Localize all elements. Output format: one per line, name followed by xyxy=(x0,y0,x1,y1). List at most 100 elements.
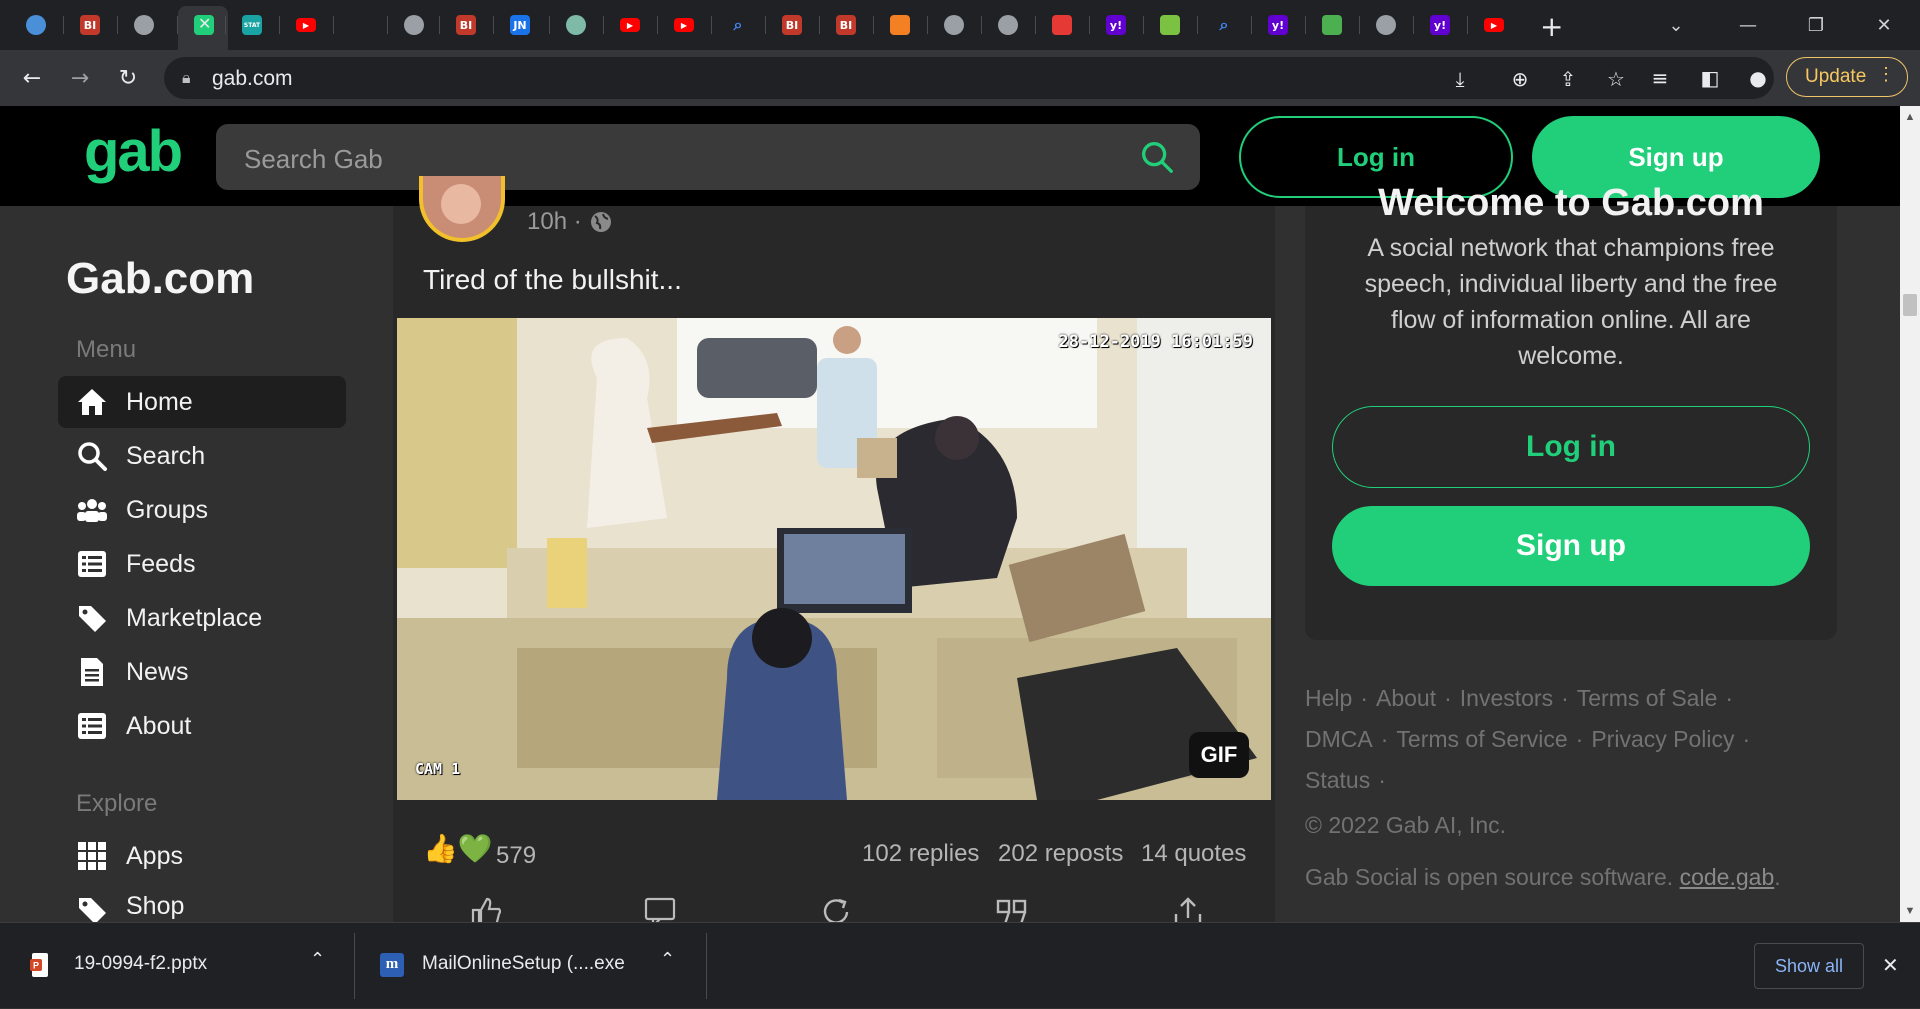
sidebar-item-label: Home xyxy=(126,388,193,416)
browser-tab[interactable]: y! xyxy=(1418,8,1462,42)
footer-link-terms-of-service[interactable]: Terms of Service xyxy=(1396,726,1567,752)
code-gab-link[interactable]: code.gab xyxy=(1680,864,1775,890)
browser-tab[interactable]: ▶ xyxy=(1472,8,1516,42)
site-title[interactable]: Gab.com xyxy=(66,254,254,304)
card-signup-button[interactable]: Sign up xyxy=(1332,506,1810,586)
browser-tab[interactable]: BI xyxy=(770,8,814,42)
browser-tab[interactable]: ⌕ xyxy=(716,8,760,42)
sidebar-item-about[interactable]: About xyxy=(58,700,346,752)
share-icon[interactable]: ⇪ xyxy=(1554,65,1582,93)
media-control-icon[interactable]: ≡ xyxy=(1644,62,1676,94)
bookmark-star-icon[interactable]: ☆ xyxy=(1602,65,1630,93)
browser-tab[interactable]: BI xyxy=(444,8,488,42)
install-icon[interactable]: ⤓ xyxy=(1446,65,1474,93)
footer-link-terms-of-sale[interactable]: Terms of Sale xyxy=(1577,685,1718,711)
browser-tab[interactable]: ▶ xyxy=(608,8,652,42)
browser-tab[interactable] xyxy=(878,8,922,42)
sidebar-item-marketplace[interactable]: Marketplace xyxy=(58,592,346,644)
footer-link-privacy-policy[interactable]: Privacy Policy xyxy=(1591,726,1734,752)
bi-icon: BI xyxy=(782,15,802,35)
bi-icon: BI xyxy=(456,15,476,35)
footer-link-investors[interactable]: Investors xyxy=(1460,685,1553,711)
address-bar[interactable]: 🔒︎ gab.com ⤓ ⊕ ⇪ ☆ xyxy=(164,57,1774,99)
browser-tab[interactable] xyxy=(1040,8,1084,42)
forward-icon[interactable]: → xyxy=(64,62,96,94)
sidebar-item-label: Groups xyxy=(126,496,208,524)
close-downloads-icon[interactable]: ✕ xyxy=(1882,953,1899,977)
sidebar-item-news[interactable]: News xyxy=(58,646,346,698)
minimize-icon[interactable]: — xyxy=(1728,8,1768,42)
reposts-count[interactable]: 202 reposts xyxy=(998,840,1123,868)
search-icon[interactable] xyxy=(1138,138,1176,176)
footer-link-dmca[interactable]: DMCA xyxy=(1305,726,1373,752)
search-icon: ⌕ xyxy=(1219,15,1229,34)
scroll-up-icon[interactable]: ▲ xyxy=(1900,108,1920,126)
sidebar-item-shop[interactable]: Shop xyxy=(58,884,346,922)
footer-link-help[interactable]: Help xyxy=(1305,685,1352,711)
download-item[interactable]: P 19-0994-f2.pptx ⌃ xyxy=(0,923,352,1009)
reload-icon[interactable]: ↻ xyxy=(112,62,144,94)
footer-link-status[interactable]: Status xyxy=(1305,767,1370,793)
page-scrollbar[interactable]: ▲ ▼ xyxy=(1900,106,1920,922)
browser-tab[interactable]: ▶ xyxy=(284,8,328,42)
post-timestamp[interactable]: 10h · xyxy=(527,208,582,236)
browser-tab[interactable]: ▶ xyxy=(662,8,706,42)
search-placeholder: Search Gab xyxy=(244,144,383,174)
restore-icon[interactable]: ❐ xyxy=(1796,8,1836,42)
reaction-emojis[interactable]: 👍💚 xyxy=(423,832,493,865)
lock-icon: 🔒︎ xyxy=(182,68,191,87)
browser-tab[interactable]: y! xyxy=(1094,8,1138,42)
browser-tab[interactable] xyxy=(392,8,436,42)
scroll-down-icon[interactable]: ▼ xyxy=(1900,902,1920,920)
sidebar-item-apps[interactable]: Apps xyxy=(58,830,346,882)
update-button[interactable]: Update ⋮ xyxy=(1786,57,1908,97)
chevron-up-icon[interactable]: ⌃ xyxy=(310,949,325,970)
browser-tab[interactable]: ⌕ xyxy=(1202,8,1246,42)
new-tab-icon[interactable]: + xyxy=(1540,10,1563,43)
browser-tab[interactable]: JN xyxy=(498,8,542,42)
sidebar-item-label: News xyxy=(126,658,189,686)
browser-tab[interactable] xyxy=(338,8,382,42)
download-item[interactable]: m MailOnlineSetup (....exe ⌃ xyxy=(356,923,706,1009)
tab-search-icon[interactable]: ⌄ xyxy=(1656,8,1696,42)
browser-tab[interactable] xyxy=(14,8,58,42)
address-url[interactable]: gab.com xyxy=(212,67,293,91)
search-input[interactable]: Search Gab xyxy=(216,124,1200,190)
list-icon xyxy=(78,713,106,739)
browser-tab[interactable] xyxy=(986,8,1030,42)
browser-tab[interactable]: STAT xyxy=(230,8,274,42)
exe-file-icon: m xyxy=(380,953,404,977)
sidebar-item-search[interactable]: Search xyxy=(58,430,346,482)
gab-logo[interactable]: gab xyxy=(84,118,183,185)
close-tab-icon[interactable]: ✕ xyxy=(198,14,211,33)
avatar[interactable] xyxy=(419,176,505,242)
side-panel-icon[interactable]: ◧ xyxy=(1694,62,1726,94)
sidebar-item-home[interactable]: Home xyxy=(58,376,346,428)
footer-link-about[interactable]: About xyxy=(1376,685,1436,711)
card-login-button[interactable]: Log in xyxy=(1332,406,1810,488)
back-icon[interactable]: ← xyxy=(16,62,48,94)
cctv-scene-image xyxy=(397,318,1271,800)
scroll-thumb[interactable] xyxy=(1903,294,1917,316)
post-media-gif[interactable]: 28-12-2019 16:01:59 CAM 1 GIF xyxy=(397,318,1271,800)
close-window-icon[interactable]: ✕ xyxy=(1864,8,1904,42)
chevron-up-icon[interactable]: ⌃ xyxy=(660,949,675,970)
browser-tab[interactable] xyxy=(1364,8,1408,42)
browser-tab[interactable]: BI xyxy=(68,8,112,42)
show-all-button[interactable]: Show all xyxy=(1754,943,1864,989)
browser-tab[interactable] xyxy=(554,8,598,42)
replies-count[interactable]: 102 replies xyxy=(862,840,979,868)
sidebar-item-groups[interactable]: Groups xyxy=(58,484,346,536)
browser-tab[interactable]: BI xyxy=(824,8,868,42)
browser-tab[interactable]: y! xyxy=(1256,8,1300,42)
zoom-icon[interactable]: ⊕ xyxy=(1506,65,1534,93)
browser-tab[interactable] xyxy=(1310,8,1354,42)
profile-icon[interactable]: ● xyxy=(1742,62,1774,94)
browser-tab[interactable] xyxy=(1148,8,1192,42)
browser-tab[interactable] xyxy=(122,8,166,42)
quotes-count[interactable]: 14 quotes xyxy=(1141,840,1246,868)
reaction-count[interactable]: 579 xyxy=(496,842,536,870)
youtube-icon: ▶ xyxy=(1484,18,1504,32)
sidebar-item-feeds[interactable]: Feeds xyxy=(58,538,346,590)
browser-tab[interactable] xyxy=(932,8,976,42)
